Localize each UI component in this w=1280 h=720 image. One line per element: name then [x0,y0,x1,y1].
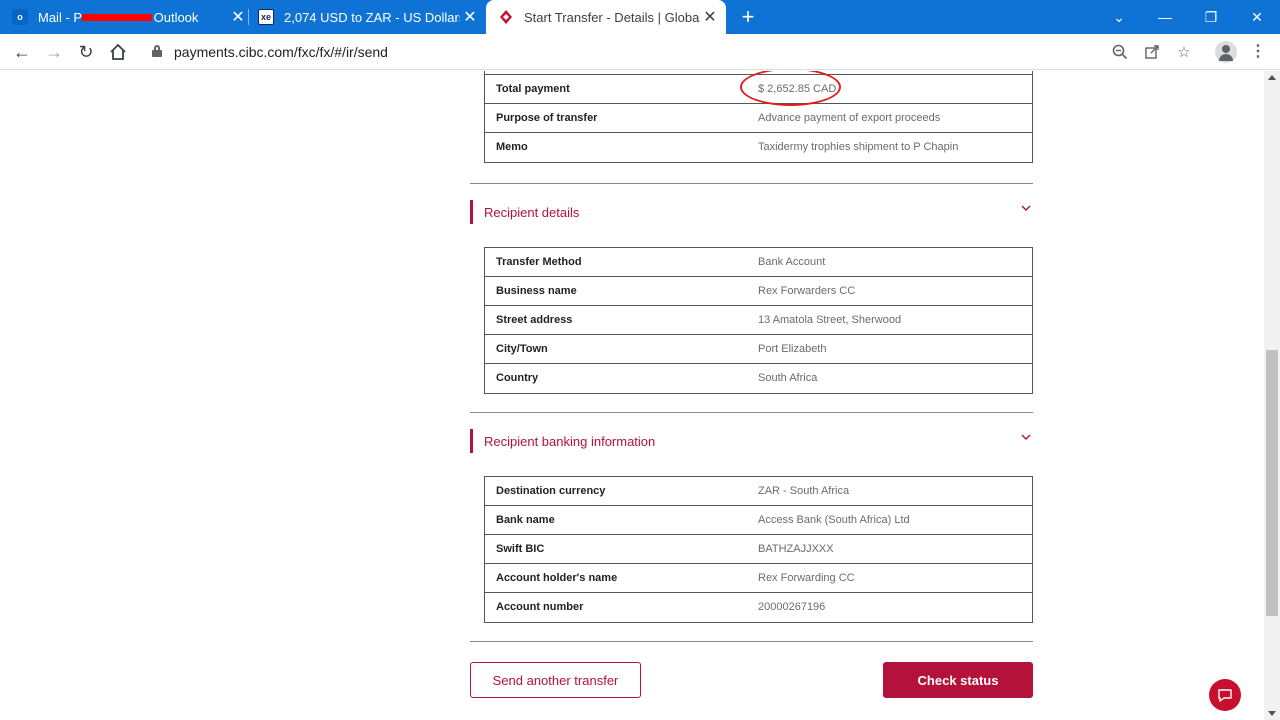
section-title: Recipient banking information [484,434,656,449]
row-label: Destination currency [496,485,606,497]
table-row: Memo Taxidermy trophies shipment to P Ch… [485,133,1032,162]
row-value: ZAR - South Africa [758,485,850,497]
chat-bubble-icon[interactable] [1209,679,1241,711]
row-value: BATHZAJJXXX [758,543,834,555]
close-tab-icon[interactable]: ✕ [228,7,248,27]
zoom-icon[interactable] [1110,42,1130,62]
close-window-icon[interactable]: ✕ [1234,0,1280,34]
share-icon[interactable] [1142,42,1162,62]
section-accent-bar [470,429,473,453]
scroll-up-arrow-icon[interactable] [1268,75,1276,80]
restore-icon[interactable]: ❐ [1188,0,1234,34]
xe-icon: xe [258,9,274,25]
close-tab-icon[interactable]: ✕ [460,7,480,27]
url-text: payments.cibc.com/fxc/fx/#/ir/send [174,44,388,60]
table-row: Swift BIC BATHZAJJXXX [485,535,1032,564]
redaction-mark [82,14,152,21]
forward-arrow-icon[interactable]: → [42,40,66,64]
recipient-banking-header[interactable]: Recipient banking information [470,429,1033,453]
tab-search-icon[interactable]: ⌄ [1096,0,1142,34]
recipient-details-header[interactable]: Recipient details [470,200,1033,224]
row-value: Port Elizabeth [758,343,827,355]
row-value: Access Bank (South Africa) Ltd [758,514,910,526]
address-bar[interactable]: payments.cibc.com/fxc/fx/#/ir/send ☆ [142,37,1242,67]
row-label: Bank name [496,514,555,526]
row-label: Account holder's name [496,572,618,584]
section-accent-bar [470,200,473,224]
browser-toolbar: ← → ↻ payments.cibc.com/fxc/fx/#/ir/send… [0,34,1280,70]
scroll-thumb[interactable] [1266,350,1278,616]
outlook-icon: o [12,9,28,25]
back-arrow-icon[interactable]: ← [10,40,34,64]
chevron-down-icon[interactable] [1019,202,1033,216]
row-label: Street address [496,314,573,326]
table-row: Bank name Access Bank (South Africa) Ltd [485,506,1032,535]
lock-icon [152,45,162,57]
tab-strip: o Mail - P - Outlook ✕ xe 2,074 USD to Z… [0,0,1280,34]
bookmark-star-icon[interactable]: ☆ [1174,42,1194,62]
chevron-down-icon[interactable] [1019,431,1033,445]
table-row: City/Town Port Elizabeth [485,335,1032,364]
table-row: Country South Africa [485,364,1032,393]
section-divider [470,412,1033,413]
vertical-scrollbar[interactable] [1264,71,1280,720]
table-row: Business name Rex Forwarders CC [485,277,1032,306]
tab-xe-converter[interactable]: xe 2,074 USD to ZAR - US Dollars to ✕ [258,0,480,34]
row-value: 20000267196 [758,601,826,613]
new-tab-button[interactable]: + [737,6,759,28]
home-icon[interactable] [106,40,130,64]
row-value: Taxidermy trophies shipment to P Chapin [758,141,959,153]
section-title: Recipient details [484,205,580,220]
row-value: 13 Amatola Street, Sherwood [758,314,902,326]
scroll-down-arrow-icon[interactable] [1268,711,1276,716]
reload-icon[interactable]: ↻ [74,40,98,64]
close-tab-icon[interactable]: ✕ [700,7,720,27]
recipient-details-table: Transfer Method Bank Account Business na… [484,247,1033,394]
row-label: Memo [496,141,528,153]
row-value: Rex Forwarding CC [758,572,855,584]
tab-separator [248,9,249,25]
table-row: Account holder's name Rex Forwarding CC [485,564,1032,593]
tab-start-transfer[interactable]: Start Transfer - Details | Global M ✕ [486,0,726,34]
row-value: Advance payment of export proceeds [758,112,941,124]
page-content: Total payment $ 2,652.85 CAD Purpose of … [0,71,1264,720]
more-menu-icon[interactable]: ⋮ [1250,41,1266,63]
row-label: Purpose of transfer [496,112,598,124]
row-label: Total payment [496,83,570,95]
row-value: Bank Account [758,256,826,268]
send-another-transfer-button[interactable]: Send another transfer [470,662,641,698]
section-divider [470,641,1033,642]
row-label: Account number [496,601,584,613]
tab-title: 2,074 USD to ZAR - US Dollars to [284,9,460,25]
minimize-icon[interactable]: — [1142,0,1188,34]
table-row: Purpose of transfer Advance payment of e… [485,104,1032,133]
row-label: Business name [496,285,577,297]
table-row: Destination currency ZAR - South Africa [485,477,1032,506]
check-status-button[interactable]: Check status [883,662,1033,698]
table-row: Transfer Method Bank Account [485,248,1032,277]
profile-avatar-icon[interactable] [1215,41,1237,63]
row-label: City/Town [496,343,548,355]
row-value: Rex Forwarders CC [758,285,856,297]
cibc-icon [498,9,514,25]
table-row: Account number 20000267196 [485,593,1032,622]
section-divider [470,183,1033,184]
recipient-banking-table: Destination currency ZAR - South Africa … [484,476,1033,623]
row-label: Country [496,372,539,384]
row-label: Transfer Method [496,256,582,268]
tab-title: Start Transfer - Details | Global M [524,9,700,25]
row-value: South Africa [758,372,818,384]
row-label: Swift BIC [496,543,545,555]
table-row: Street address 13 Amatola Street, Sherwo… [485,306,1032,335]
